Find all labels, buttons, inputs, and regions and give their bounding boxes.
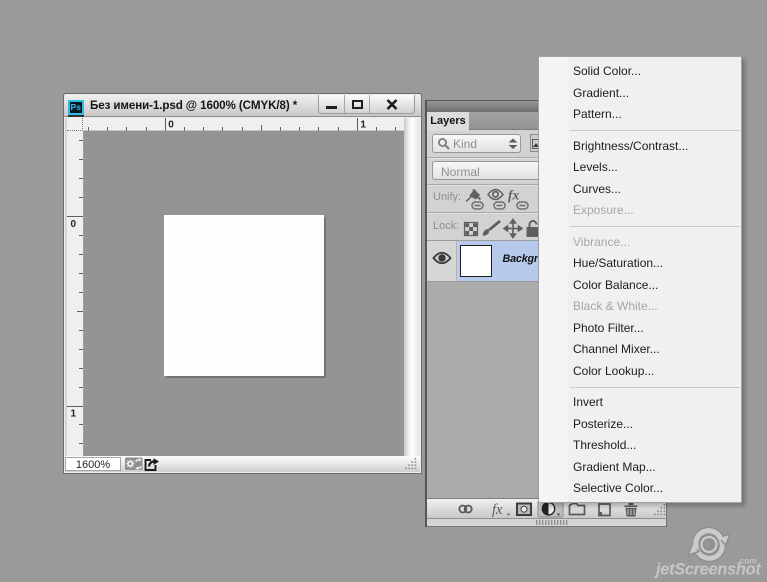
svg-text:1: 1 (70, 409, 76, 420)
svg-text:.com: .com (737, 556, 757, 566)
svg-text:1: 1 (360, 120, 366, 131)
svg-text:0: 0 (168, 120, 174, 131)
svg-text:fx: fx (508, 188, 519, 203)
svg-text:fx: fx (492, 502, 503, 518)
svg-text:0: 0 (70, 219, 76, 230)
